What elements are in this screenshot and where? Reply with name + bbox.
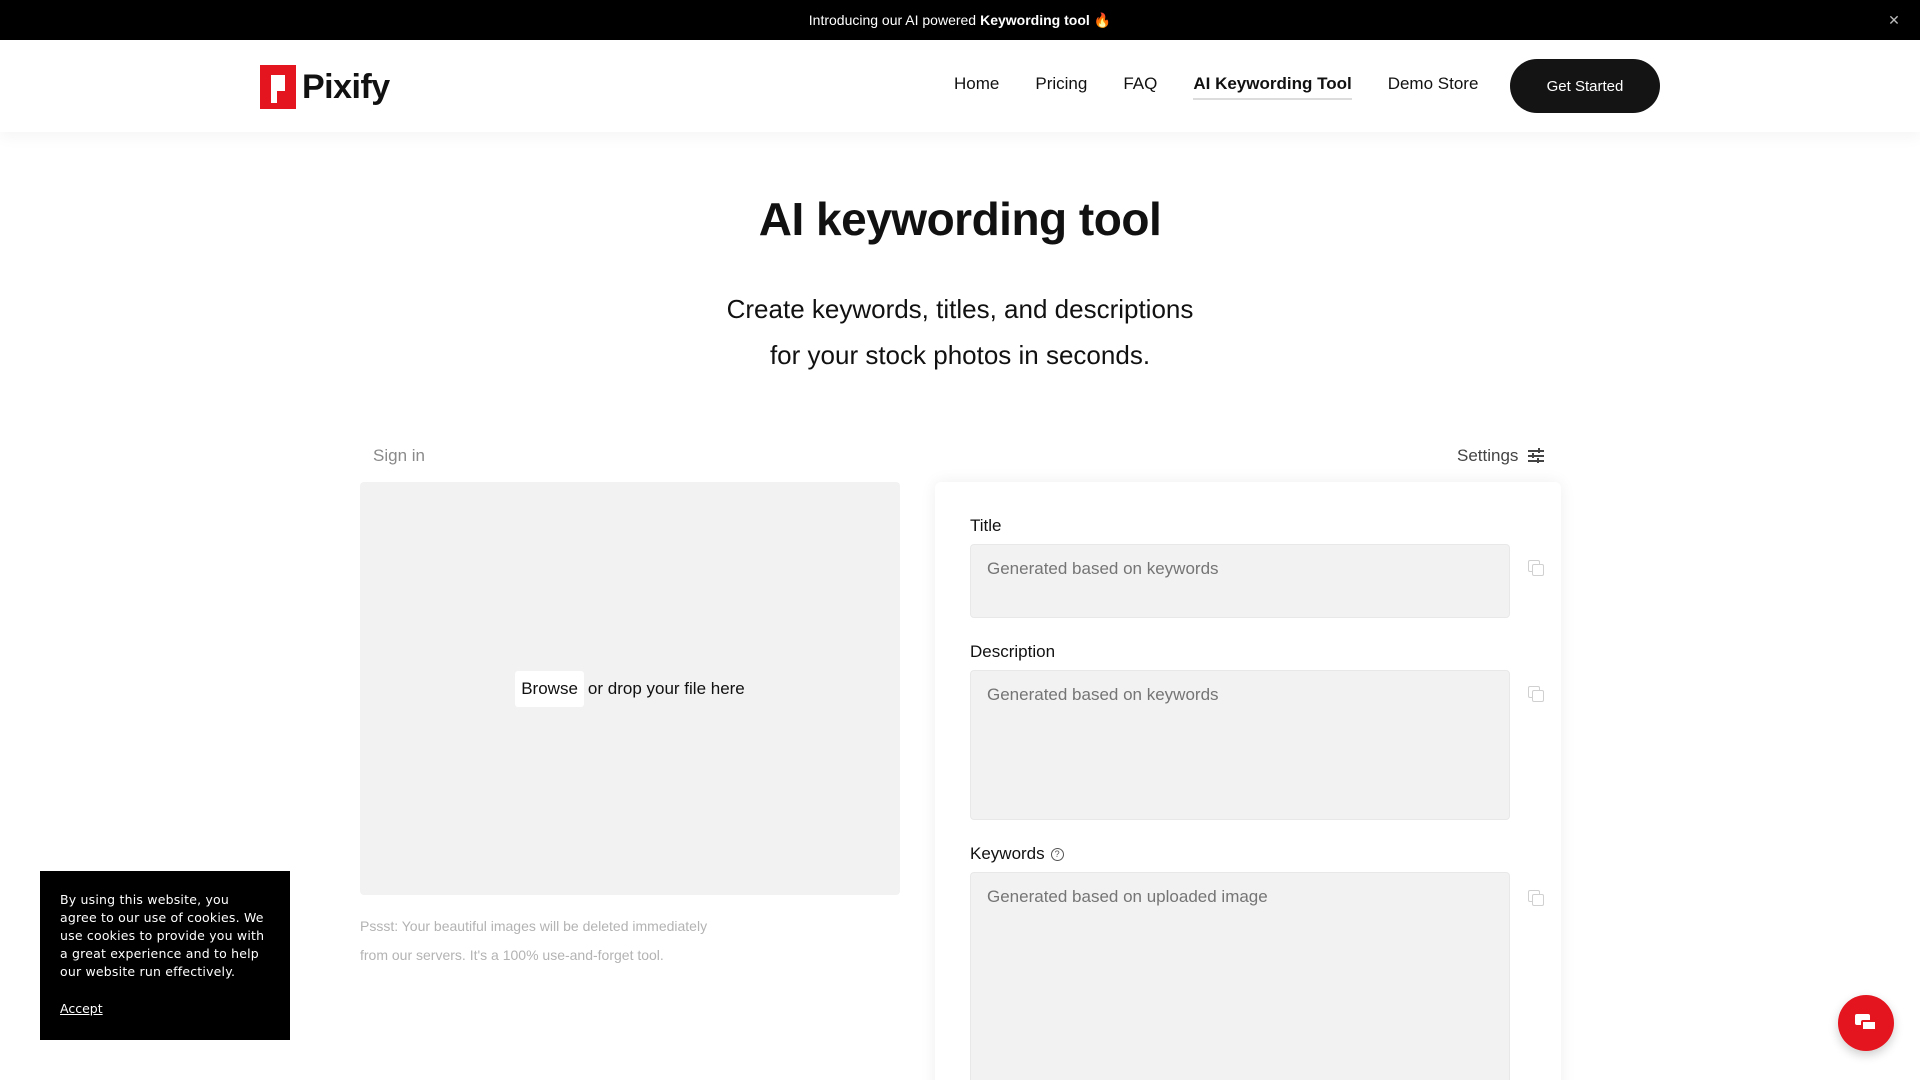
subtitle-line-1: Create keywords, titles, and description…	[726, 294, 1194, 324]
privacy-note-line-1: Pssst: Your beautiful images will be del…	[360, 918, 708, 934]
get-started-button[interactable]: Get Started	[1510, 59, 1660, 113]
drop-text: or drop your file here	[587, 678, 745, 698]
page-title-text: AI keywording tool	[753, 192, 1167, 246]
close-icon[interactable]: ✕	[1884, 10, 1904, 30]
keywords-label: Keywords ?	[970, 844, 1064, 864]
subtitle-line-2: for your stock photos in seconds.	[769, 340, 1151, 370]
announcement-highlight[interactable]: Keywording tool	[980, 12, 1090, 28]
title-field[interactable]	[970, 544, 1510, 618]
chat-button[interactable]	[1838, 995, 1894, 1051]
site-header: Pixify Home Pricing FAQ AI Keywording To…	[0, 40, 1920, 132]
file-dropzone[interactable]: Browse or drop your file here	[360, 482, 900, 895]
results-panel: Title Description Keywords ?	[935, 482, 1561, 1080]
browse-button[interactable]: Browse	[515, 670, 584, 707]
settings-label: Settings	[1457, 446, 1519, 465]
sign-in-link[interactable]: Sign in	[373, 446, 425, 466]
nav-faq[interactable]: FAQ	[1123, 74, 1157, 100]
keywords-label-text: Keywords	[970, 844, 1045, 863]
fire-icon: 🔥	[1093, 11, 1112, 28]
description-label-text: Description	[970, 642, 1056, 661]
title-label-text: Title	[970, 516, 1002, 535]
chat-icon	[1855, 1014, 1877, 1032]
cookie-text: By using this website, you agree to our …	[60, 892, 265, 979]
description-label: Description	[970, 642, 1055, 662]
copy-description-icon[interactable]	[1528, 686, 1544, 702]
copy-title-icon[interactable]	[1528, 560, 1544, 576]
sliders-icon	[1528, 448, 1545, 464]
nav-demo-store[interactable]: Demo Store	[1388, 74, 1479, 100]
privacy-note-line-2: from our servers. It's a 100% use-and-fo…	[360, 947, 664, 963]
nav-ai-keywording-tool[interactable]: AI Keywording Tool	[1193, 74, 1352, 100]
copy-keywords-icon[interactable]	[1528, 890, 1544, 906]
nav-pricing[interactable]: Pricing	[1035, 74, 1087, 100]
main-nav: Home Pricing FAQ AI Keywording Tool Demo…	[954, 74, 1478, 100]
announcement-prefix: Introducing our AI powered	[808, 12, 977, 28]
logo[interactable]: Pixify	[260, 64, 390, 110]
page-subtitle: Create keywords, titles, and description…	[0, 286, 1920, 378]
title-label: Title	[970, 516, 1002, 536]
announcement-bar: Introducing our AI powered Keywording to…	[0, 0, 1920, 40]
logo-text: Pixify	[302, 67, 390, 106]
page-title: AI keywording tool	[0, 192, 1920, 246]
accept-cookies-button[interactable]: Accept	[60, 1001, 103, 1016]
description-field[interactable]	[970, 670, 1510, 820]
cookie-banner: By using this website, you agree to our …	[40, 871, 290, 1040]
pixify-logo-icon	[260, 65, 296, 109]
privacy-note: Pssst: Your beautiful images will be del…	[360, 912, 740, 970]
help-icon[interactable]: ?	[1050, 847, 1064, 861]
nav-home[interactable]: Home	[954, 74, 999, 100]
keywords-field[interactable]	[970, 872, 1510, 1080]
settings-button[interactable]: Settings	[1457, 446, 1545, 466]
